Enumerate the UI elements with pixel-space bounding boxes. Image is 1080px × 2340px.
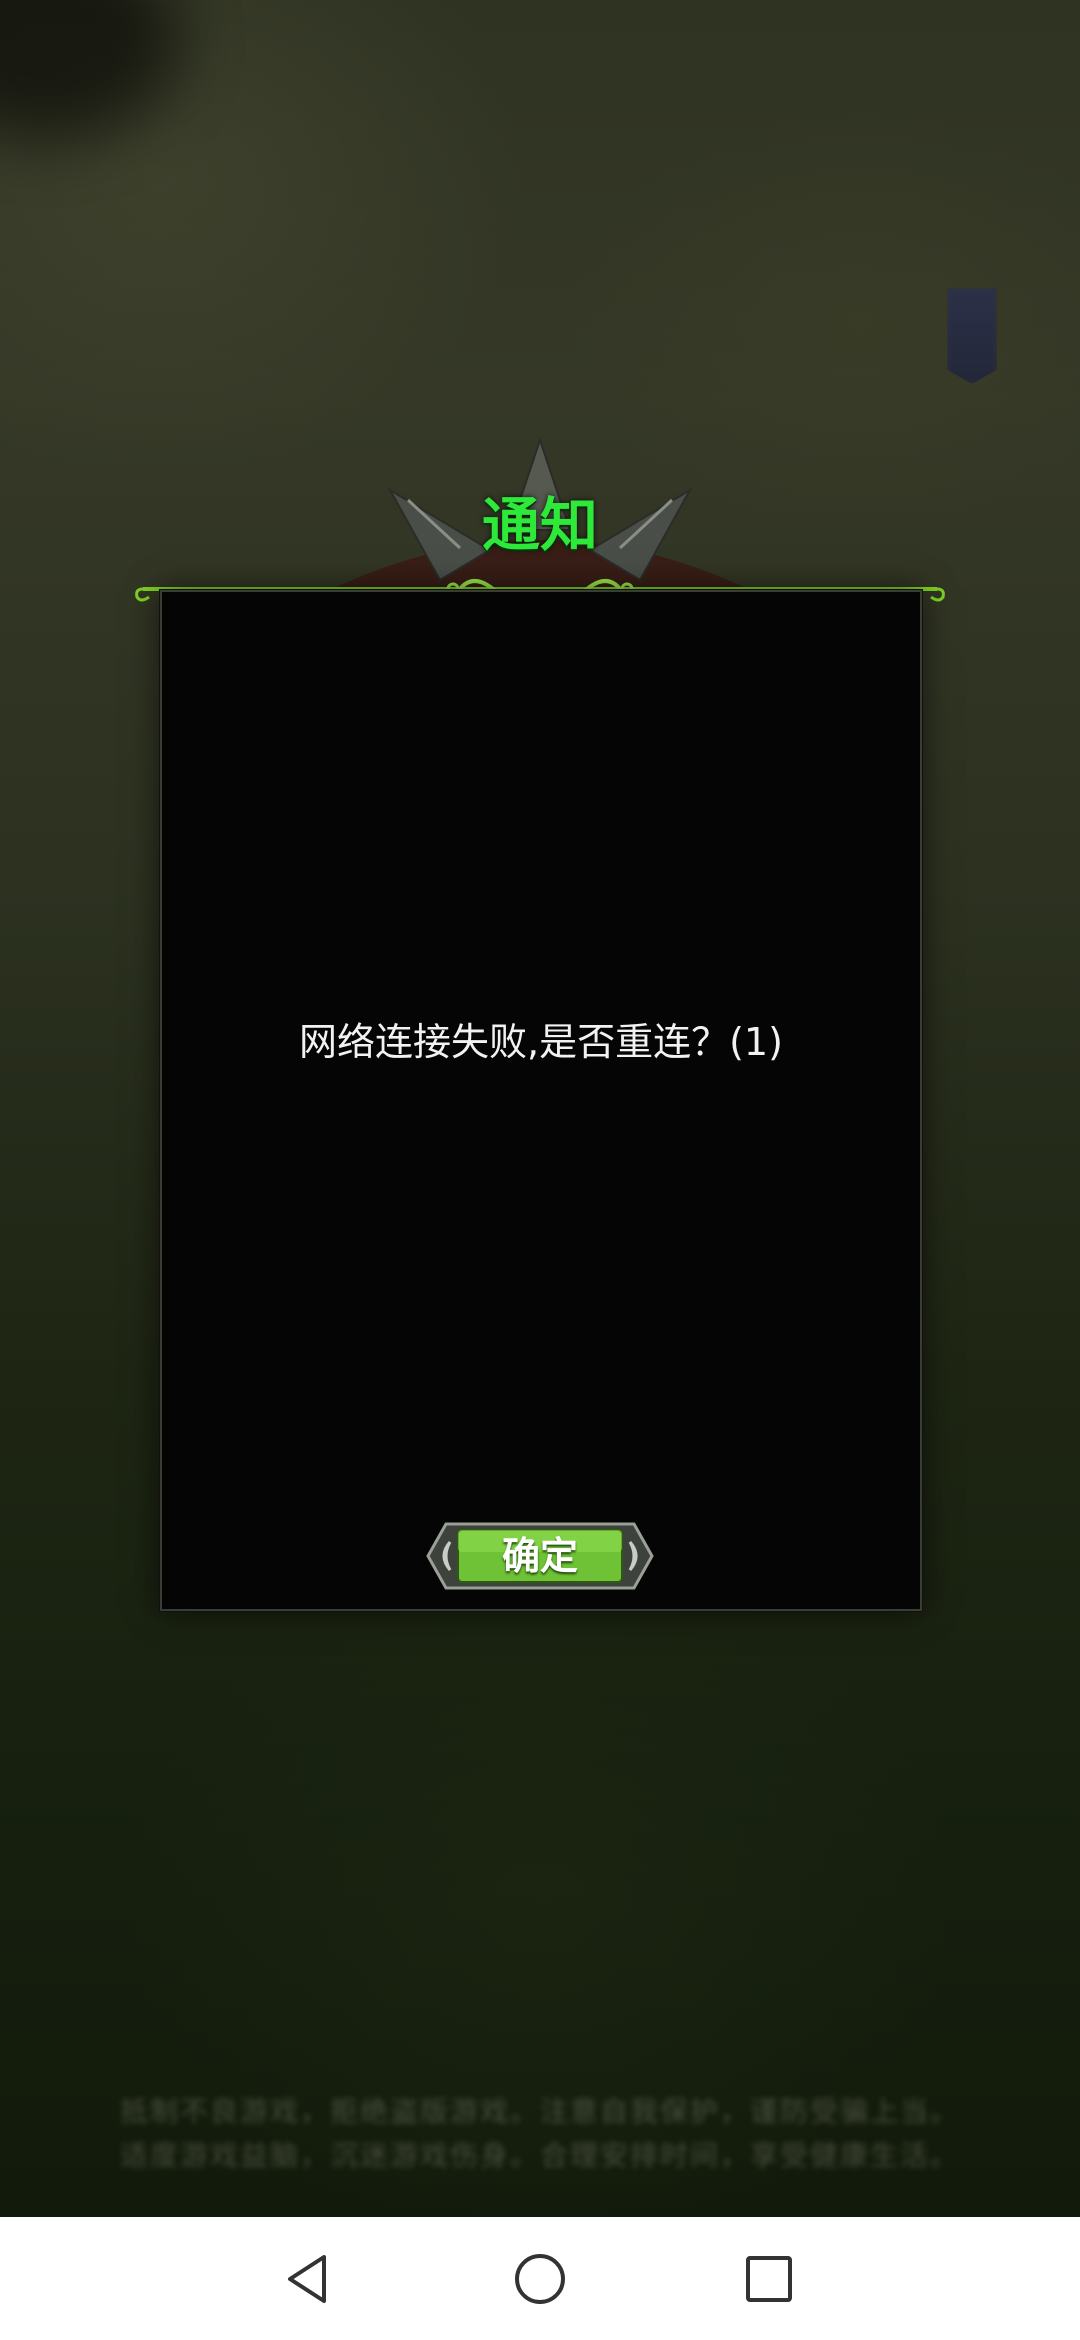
notice-line: 适度游戏益脑，沉迷游戏伤身。合理安排时间，享受健康生活。 [120, 2139, 961, 2172]
game-screen: 抵制不良游戏，拒绝盗版游戏。注意自我保护，谨防受骗上当。 适度游戏益脑，沉迷游戏… [0, 0, 1080, 2340]
recent-apps-icon[interactable] [733, 2243, 805, 2315]
dialog-message: 网络连接失败,是否重连？(1) [299, 1020, 783, 1064]
notice-line: 抵制不良游戏，拒绝盗版游戏。注意自我保护，谨防受骗上当。 [120, 2095, 961, 2128]
background-shadow [0, 0, 180, 140]
home-icon[interactable] [504, 2243, 576, 2315]
notification-dialog: 网络连接失败,是否重连？(1) [160, 590, 922, 1611]
system-navigation-bar [0, 2217, 1080, 2340]
dialog-title: 通知 [481, 491, 598, 559]
back-icon[interactable] [274, 2243, 346, 2315]
confirm-button-label: 确定 [501, 1534, 578, 1578]
side-banner-icon [947, 288, 997, 384]
health-game-notice: 抵制不良游戏，拒绝盗版游戏。注意自我保护，谨防受骗上当。 适度游戏益脑，沉迷游戏… [120, 2090, 960, 2178]
confirm-button[interactable]: 确定 [420, 1518, 660, 1594]
